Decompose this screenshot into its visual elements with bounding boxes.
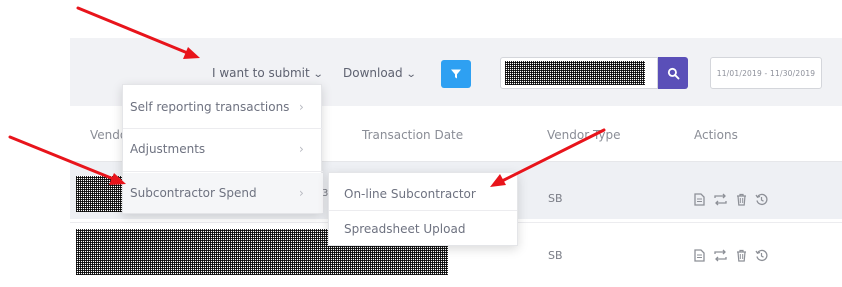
column-header-transaction-date[interactable]: Transaction Date: [362, 128, 463, 142]
trash-icon[interactable]: [736, 249, 747, 262]
menu-item-self-reporting-transactions[interactable]: Self reporting transactions ›: [123, 87, 323, 127]
submit-dropdown-menu: Self reporting transactions › Adjustment…: [122, 84, 323, 214]
history-icon[interactable]: [755, 249, 768, 262]
date-range-field[interactable]: 11/01/2019 - 11/30/2019: [710, 57, 822, 89]
document-icon[interactable]: [694, 249, 705, 262]
chevron-down-icon: ⌄: [405, 69, 417, 80]
history-icon[interactable]: [755, 193, 768, 206]
menu-item-label: Subcontractor Spend: [130, 186, 257, 200]
column-header-vendor-type[interactable]: Vendor Type: [547, 128, 621, 142]
submenu-item-label: On-line Subcontractor: [344, 186, 476, 201]
submenu-item-label: Spreadsheet Upload: [344, 221, 466, 236]
vendor-type-cell: SB: [548, 249, 563, 262]
menu-item-subcontractor-spend[interactable]: Subcontractor Spend ›: [123, 173, 323, 213]
chevron-right-icon: ›: [299, 186, 304, 200]
swap-icon[interactable]: [713, 249, 728, 262]
chevron-right-icon: ›: [299, 100, 304, 114]
submenu-item-online-subcontractor[interactable]: On-line Subcontractor: [329, 175, 519, 212]
date-range-value: 11/01/2019 - 11/30/2019: [716, 68, 816, 78]
menu-item-label: Self reporting transactions: [130, 100, 290, 114]
row-actions: [694, 193, 768, 206]
menu-divider: [123, 171, 323, 172]
subcontractor-spend-submenu: On-line Subcontractor Spreadsheet Upload: [328, 172, 518, 246]
i-want-to-submit-label: I want to submit: [212, 66, 310, 80]
magnifier-icon: [667, 67, 679, 79]
submenu-item-spreadsheet-upload[interactable]: Spreadsheet Upload: [329, 210, 519, 247]
chevron-right-icon: ›: [299, 142, 304, 156]
menu-item-adjustments[interactable]: Adjustments ›: [123, 129, 323, 169]
menu-item-label: Adjustments: [130, 142, 206, 156]
filter-button[interactable]: [441, 60, 471, 88]
download-button[interactable]: Download ⌄: [343, 66, 417, 80]
redacted-search-value: [505, 61, 645, 85]
search-button[interactable]: [658, 57, 688, 89]
funnel-icon: [451, 69, 461, 79]
download-label: Download: [343, 66, 403, 80]
document-icon[interactable]: [694, 193, 705, 206]
row-actions: [694, 249, 768, 262]
trash-icon[interactable]: [736, 193, 747, 206]
i-want-to-submit-button[interactable]: I want to submit ⌄: [212, 66, 324, 80]
chevron-down-icon: ⌄: [312, 69, 324, 80]
vendor-type-cell: SB: [548, 192, 563, 205]
column-header-actions: Actions: [694, 128, 738, 142]
redacted-vendor-name: [76, 176, 122, 212]
swap-icon[interactable]: [713, 193, 728, 206]
